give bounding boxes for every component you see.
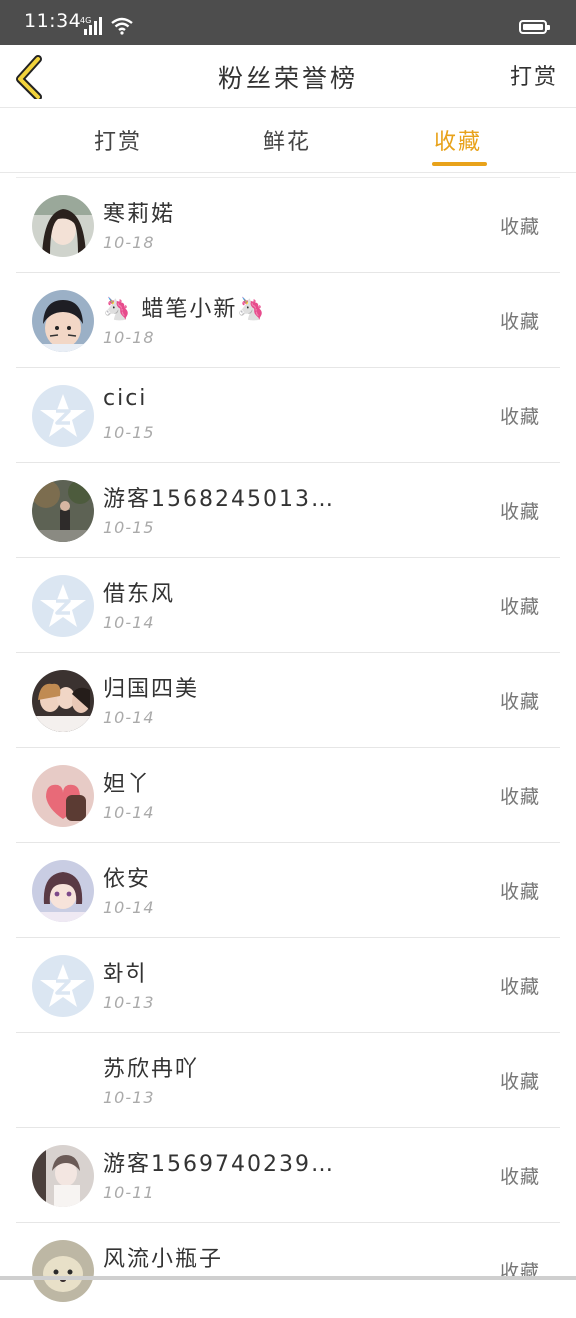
list-item[interactable]: 寒莉婼 10-18 收藏 [0,178,576,273]
list-item[interactable]: 归国四美 10-14 收藏 [0,653,576,748]
fan-date: 10-13 [103,993,155,1012]
fan-name: 依安 [103,867,152,892]
list-item[interactable]: 苏欣冉吖 10-13 收藏 [0,1033,576,1128]
active-tab-indicator [432,162,487,166]
fan-date: 10-18 [103,328,155,347]
avatar [32,1145,94,1207]
fan-name: 妲丫 [103,772,152,797]
fan-action-label: 收藏 [499,406,540,428]
fan-date: 10-13 [103,1088,155,1107]
fan-name: 화히 [103,962,148,987]
fan-action-label: 收藏 [499,786,540,808]
tab-flowers[interactable]: 鲜花 [263,124,311,156]
fan-action-label: 收藏 [499,501,540,523]
avatar [32,195,94,257]
fan-action-label: 收藏 [499,216,540,238]
avatar [32,860,94,922]
fan-date: 10-11 [103,1183,155,1202]
fan-action-label: 收藏 [499,1166,540,1188]
fan-date: 10-14 [103,613,155,632]
tab-bar: 打赏 鲜花 收藏 [0,108,576,173]
list-item[interactable]: 依安 10-14 收藏 [0,843,576,938]
avatar [32,1050,94,1112]
fan-name: 借东风 [103,582,176,607]
avatar [32,480,94,542]
fan-date: 10-15 [103,423,155,442]
avatar [32,765,94,827]
default-avatar-icon [32,575,94,637]
fan-action-label: 收藏 [499,311,540,333]
avatar [32,1240,94,1302]
fan-action-label: 收藏 [499,596,540,618]
fan-action-label: 收藏 [499,691,540,713]
fan-action-label: 收藏 [499,976,540,998]
fan-name: cici [103,386,148,411]
fan-name: 游客1568245013… [103,487,335,512]
list-item[interactable]: 借东风 10-14 收藏 [0,558,576,653]
list-item[interactable]: 🦄 蜡笔小新🦄 10-18 收藏 [0,273,576,368]
tab-reward[interactable]: 打赏 [94,124,142,156]
battery-icon [519,20,550,34]
bottom-navigation-edge [0,1276,576,1280]
fan-name: 寒莉婼 [103,202,176,227]
list-item[interactable]: 游客1569740239… 10-11 收藏 [0,1128,576,1223]
avatar [32,290,94,352]
reward-button[interactable]: 打赏 [510,59,558,91]
wifi-icon [111,17,133,35]
fan-action-label: 收藏 [499,881,540,903]
status-bar: 11:34 4G [0,0,576,45]
fan-date: 10-14 [103,898,155,917]
list-item[interactable]: cici 10-15 收藏 [0,368,576,463]
fan-name: 苏欣冉吖 [103,1057,200,1082]
fan-date: 10-15 [103,518,155,537]
list-item[interactable]: 妲丫 10-14 收藏 [0,748,576,843]
fan-date: 10-14 [103,708,155,727]
default-avatar-icon [32,385,94,447]
list-item[interactable]: 화히 10-13 收藏 [0,938,576,1033]
fan-name: 归国四美 [103,677,200,702]
fan-name: 🦄 蜡笔小新🦄 [103,297,267,322]
fan-date: 10-14 [103,803,155,822]
avatar [32,670,94,732]
fan-date: 10-18 [103,233,155,252]
fan-name: 游客1569740239… [103,1152,335,1177]
tab-favorites[interactable]: 收藏 [434,124,482,156]
default-avatar-icon [32,955,94,1017]
list-item[interactable]: 风流小瓶子 收藏 [0,1223,576,1318]
fan-name: 风流小瓶子 [103,1247,224,1272]
fan-action-label: 收藏 [499,1071,540,1093]
list-item[interactable]: 游客1568245013… 10-15 收藏 [0,463,576,558]
page-title: 粉丝荣誉榜 [217,64,358,93]
signal-icon [84,17,104,35]
status-time: 11:34 [24,10,82,32]
header: 粉丝荣誉榜 打赏 [0,45,576,108]
